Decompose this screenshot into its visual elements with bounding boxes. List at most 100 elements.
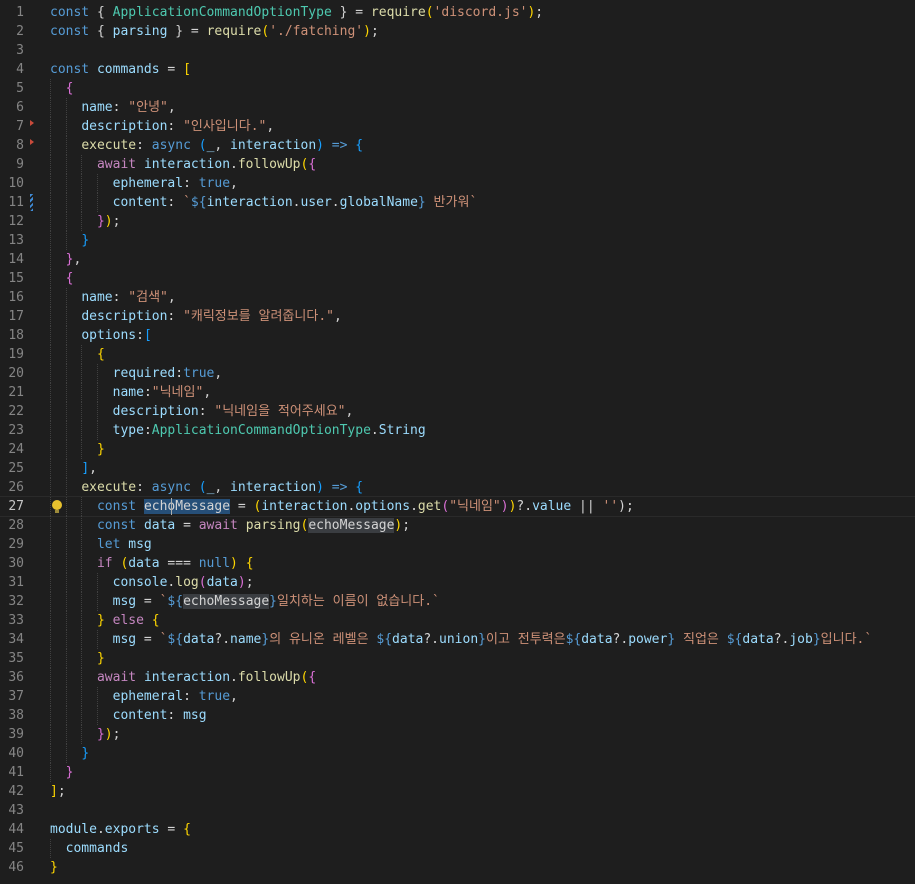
code-token: "안녕": [128, 100, 168, 115]
code-token: }: [812, 632, 821, 647]
code-line[interactable]: 44 module.exports = {: [0, 820, 915, 839]
code-editor[interactable]: 1 const { ApplicationCommandOptionType } …: [0, 0, 915, 884]
code-line[interactable]: 5 {: [0, 79, 915, 98]
code-line[interactable]: 4 const commands = [: [0, 60, 915, 79]
code-token: =: [230, 499, 254, 514]
code-token: 일치하는 이름이 없습니다.`: [277, 594, 440, 609]
code-line[interactable]: 25 ],: [0, 459, 915, 478]
code-line[interactable]: 46}: [0, 858, 915, 877]
code-line[interactable]: 18 options:[: [0, 326, 915, 345]
line-code: {: [50, 269, 74, 288]
code-token: ,: [230, 176, 238, 191]
code-line[interactable]: 16 name: "검색",: [0, 288, 915, 307]
code-token: ,: [333, 309, 342, 324]
code-token: }: [417, 195, 426, 210]
code-line[interactable]: 15 {: [0, 269, 915, 288]
code-token: {: [96, 24, 113, 39]
code-token: const: [50, 5, 97, 20]
code-line[interactable]: 22 description: "닉네임을 적어주세요",: [0, 402, 915, 421]
code-line[interactable]: 28 const data = await parsing(echoMessag…: [0, 516, 915, 535]
line-number: 11: [8, 195, 24, 210]
line-code: }: [50, 763, 74, 782]
line-code: module.exports = {: [50, 820, 191, 839]
fold-arrow-icon[interactable]: [30, 120, 34, 126]
code-line[interactable]: 12 });: [0, 212, 915, 231]
code-token: name: [230, 632, 262, 647]
code-line[interactable]: 33 } else {: [0, 611, 915, 630]
code-token: data: [742, 632, 774, 647]
line-code: }: [50, 440, 105, 459]
code-line[interactable]: 7 description: "인사입니다.",: [0, 117, 915, 136]
code-line[interactable]: 39 });: [0, 725, 915, 744]
code-line[interactable]: 13 }: [0, 231, 915, 250]
code-token: '': [602, 499, 619, 514]
code-line[interactable]: 29 let msg: [0, 535, 915, 554]
code-line[interactable]: 27 const echoMessage = (interaction.opti…: [0, 496, 915, 517]
code-token: ${: [726, 632, 743, 647]
code-line[interactable]: 41 }: [0, 763, 915, 782]
code-line[interactable]: 3: [0, 41, 915, 60]
code-line[interactable]: 42];: [0, 782, 915, 801]
code-line[interactable]: 26 execute: async (_, interaction) => {: [0, 478, 915, 497]
code-line[interactable]: 37 ephemeral: true,: [0, 687, 915, 706]
code-token: echoMessage: [143, 499, 231, 514]
code-line[interactable]: 2 const { parsing } = require('./fatching…: [0, 22, 915, 41]
code-line[interactable]: 45 commands: [0, 839, 915, 858]
code-line[interactable]: 19 {: [0, 345, 915, 364]
code-line[interactable]: 10 ephemeral: true,: [0, 174, 915, 193]
code-token: ,: [73, 252, 82, 267]
line-number: 3: [16, 43, 24, 58]
code-line[interactable]: 36 await interaction.followUp({: [0, 668, 915, 687]
code-line[interactable]: 40 }: [0, 744, 915, 763]
code-line[interactable]: 30 if (data === null) {: [0, 554, 915, 573]
code-line[interactable]: 35 }: [0, 649, 915, 668]
code-line[interactable]: 34 msg = `${data?.name}의 유니온 레벨은 ${data?…: [0, 630, 915, 649]
code-token: exports: [104, 822, 160, 837]
code-token: {: [65, 81, 74, 96]
code-line[interactable]: 6 name: "안녕",: [0, 98, 915, 117]
code-token: }: [96, 442, 105, 457]
code-line[interactable]: 24 }: [0, 440, 915, 459]
code-token: ): [104, 727, 113, 742]
code-line[interactable]: 17 description: "캐릭정보를 알려줍니다.",: [0, 307, 915, 326]
code-token: );: [618, 499, 634, 514]
fold-arrow-icon[interactable]: [30, 139, 34, 145]
code-line[interactable]: 20 required:true,: [0, 364, 915, 383]
code-token: } =: [331, 5, 371, 20]
code-token: value: [532, 499, 572, 514]
lightbulb-icon[interactable]: [52, 500, 62, 513]
code-token: require: [206, 24, 262, 39]
code-token: content: [112, 195, 168, 210]
modified-line-icon[interactable]: [30, 194, 33, 211]
code-token: ;: [112, 214, 121, 229]
code-token: followUp: [237, 670, 301, 685]
line-code: ephemeral: true,: [50, 687, 238, 706]
code-token: "인사입니다.": [183, 119, 267, 134]
line-code: }: [50, 649, 105, 668]
code-token: type: [112, 423, 144, 438]
code-line[interactable]: 8 execute: async (_, interaction) => {: [0, 136, 915, 155]
line-code: execute: async (_, interaction) => {: [50, 478, 363, 497]
code-line[interactable]: 38 content: msg: [0, 706, 915, 725]
code-line[interactable]: 32 msg = `${echoMessage}일치하는 이름이 없습니다.`: [0, 592, 915, 611]
code-token: ,: [167, 290, 176, 305]
code-token: ${: [167, 594, 184, 609]
code-token: options: [81, 328, 137, 343]
text-cursor: [170, 498, 172, 515]
code-line[interactable]: 1 const { ApplicationCommandOptionType } …: [0, 3, 915, 22]
code-line[interactable]: 31 console.log(data);: [0, 573, 915, 592]
code-line[interactable]: 9 await interaction.followUp({: [0, 155, 915, 174]
code-line[interactable]: 43: [0, 801, 915, 820]
code-token: echoMessage: [183, 594, 270, 609]
code-token: (: [261, 24, 270, 39]
code-token: true: [183, 366, 215, 381]
line-code: name:"닉네임",: [50, 383, 212, 402]
code-line[interactable]: 21 name:"닉네임",: [0, 383, 915, 402]
code-line[interactable]: 23 type:ApplicationCommandOptionType.Str…: [0, 421, 915, 440]
line-code: if (data === null) {: [50, 554, 254, 573]
code-line[interactable]: 11 content: `${interaction.user.globalNa…: [0, 193, 915, 212]
code-token: (: [198, 575, 207, 590]
code-line[interactable]: 14 },: [0, 250, 915, 269]
